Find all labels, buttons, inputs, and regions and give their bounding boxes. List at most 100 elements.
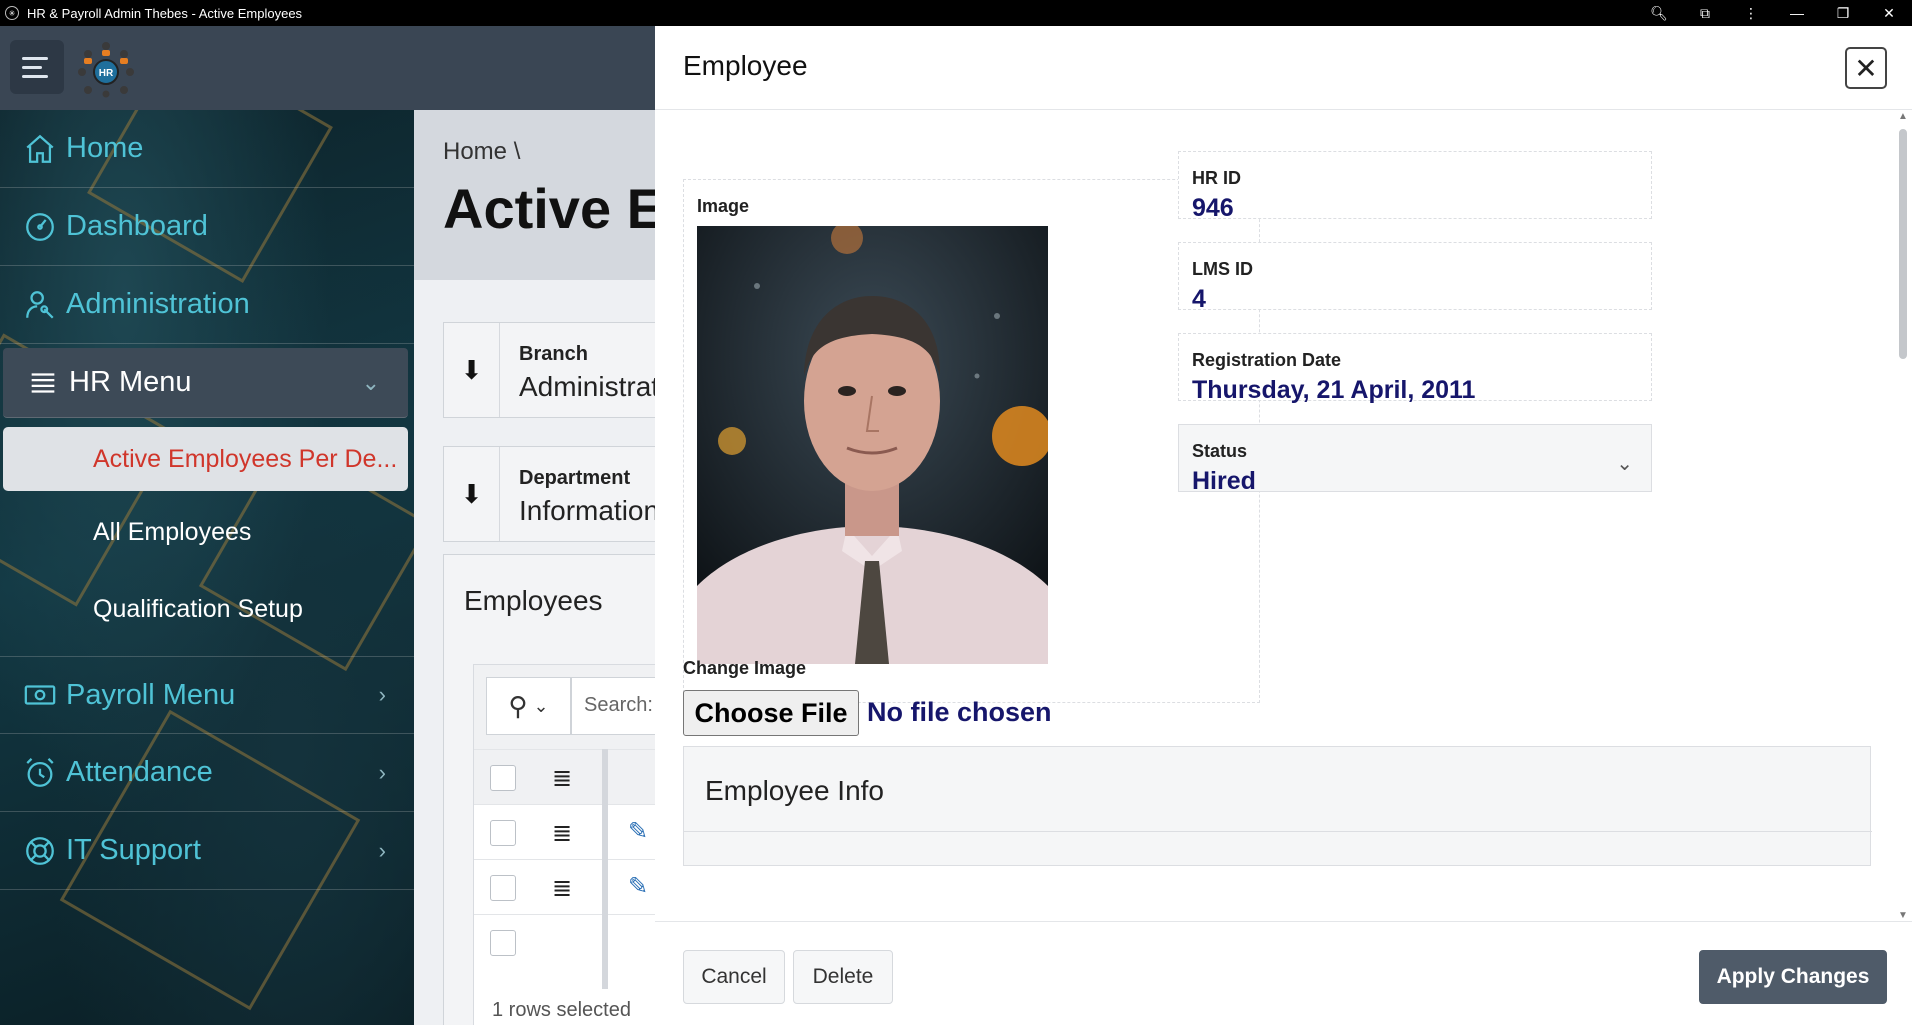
sidebar-item-label: HR Menu [69,366,192,398]
lms-id-label: LMS ID [1192,259,1253,279]
scrollbar-thumb[interactable] [1899,129,1907,359]
more-options-icon[interactable]: ⋮ [1728,0,1774,26]
gauge-icon [20,207,60,247]
facet-label: Branch [519,343,588,365]
table-row[interactable]: ≣ ✎ [474,859,655,914]
chevron-down-icon: ⌄ [361,369,380,395]
sidebar-item-label: IT Support [66,834,201,866]
hr-id-field: HR ID 946 [1178,151,1652,222]
window-titlebar: ✳ HR & Payroll Admin Thebes - Active Emp… [0,0,1912,26]
hr-id-value: 946 [1192,194,1234,222]
close-window-button[interactable]: ✕ [1866,0,1912,26]
arrow-down-icon[interactable]: ⬇︎ [444,447,500,541]
sidebar-item-payroll-menu[interactable]: Payroll Menu › [0,656,414,734]
main-content: Home \ Active Employees ⬇︎ Branch Admini… [414,110,655,1025]
sidebar-item-attendance[interactable]: Attendance › [0,734,414,812]
grid-header-row: ≣ [474,749,655,804]
hr-id-label: HR ID [1192,168,1241,188]
registration-date-value: Thursday, 21 April, 2011 [1192,376,1476,404]
row-checkbox[interactable] [490,930,516,956]
employees-grid: ⚲ ⌄ Search: ≣ ≣ ✎ ≣ ✎ 1 rows selected [473,664,655,1025]
dialog-footer: Cancel Delete Apply Changes [655,921,1912,1025]
employees-title: Employees [464,585,603,616]
sidebar-item-administration[interactable]: Administration [0,266,414,344]
sidebar-item-it-support[interactable]: IT Support › [0,812,414,890]
row-actions-icon[interactable]: ≣ [552,874,572,903]
sidebar-item-label: All Employees [93,517,252,546]
row-actions-icon[interactable]: ≣ [552,764,572,793]
app-header: HR [0,26,655,110]
cancel-button[interactable]: Cancel [683,950,785,1004]
sidebar-item-label: Payroll Menu [66,678,236,711]
search-column-button[interactable]: ⚲ ⌄ [486,677,571,735]
user-wrench-icon [20,285,60,325]
sidebar-item-hr-menu[interactable]: HR Menu ⌄ [3,348,408,418]
sidebar-item-label: Active Employees Per De... [93,444,398,473]
employee-info-region: Employee Info [683,746,1872,866]
close-icon[interactable]: ✕ [1845,47,1887,89]
sidebar-item-label: Qualification Setup [93,594,303,623]
column-separator [602,749,608,989]
image-label: Image [697,196,750,216]
minimize-button[interactable]: — [1774,0,1820,26]
hr-logo-icon: HR [78,42,134,98]
sidebar-item-dashboard[interactable]: Dashboard [0,188,414,266]
sidebar-nav: Home Dashboard Administration HR Menu ⌄ … [0,110,414,1025]
lms-id-field: LMS ID 4 [1178,242,1652,313]
list-icon [23,363,63,403]
row-checkbox[interactable] [490,875,516,901]
status-value: Hired [1192,467,1256,495]
employee-photo [697,226,1048,664]
table-row[interactable]: ≣ ✎ [474,804,655,859]
employee-dialog: Employee ✕ Image HR ID 946 LMS ID 4 Regi… [655,26,1912,1025]
apply-changes-button[interactable]: Apply Changes [1699,950,1887,1004]
change-image-label: Change Image [683,658,807,678]
search-icon: ⚲ [508,690,528,721]
facet-branch[interactable]: ⬇︎ Branch Administration [443,322,655,418]
registration-date-label: Registration Date [1192,350,1342,370]
facet-label: Department [519,467,631,489]
search-input[interactable]: Search: [571,677,655,735]
page-title: Active Employees [443,177,655,240]
extensions-icon[interactable]: ⧉ [1682,0,1728,26]
status-select[interactable]: Status Hired ⌄ [1178,424,1652,495]
select-all-checkbox[interactable] [490,765,516,791]
chevron-right-icon: › [378,682,386,707]
lms-id-value: 4 [1192,285,1206,313]
delete-button[interactable]: Delete [793,950,893,1004]
sidebar-item-label: Home [66,132,144,164]
restore-button[interactable]: ❐ [1820,0,1866,26]
dialog-title: Employee [683,50,808,81]
row-checkbox[interactable] [490,820,516,846]
money-icon [20,675,60,715]
facet-department[interactable]: ⬇︎ Department Information [443,446,655,542]
sidebar-item-all-employees[interactable]: All Employees [3,500,408,564]
rows-selected-text: 1 rows selected [492,999,631,1021]
table-row[interactable] [474,914,655,969]
scroll-down-icon[interactable]: ▼ [1898,910,1908,921]
arrow-down-icon[interactable]: ⬇︎ [444,323,500,417]
edit-icon[interactable]: ✎ [628,872,648,901]
chevron-right-icon: › [378,837,386,863]
page-header: Home \ Active Employees [414,110,655,280]
sidebar-item-active-employees[interactable]: Active Employees Per De... [3,427,408,491]
image-field: Image [683,179,1260,703]
home-icon [20,129,60,169]
sidebar-item-label: Attendance [66,756,213,788]
lifebuoy-icon [20,831,60,871]
zoom-icon[interactable]: 🔍︎ [1636,0,1682,26]
window-title: HR & Payroll Admin Thebes - Active Emplo… [27,5,303,21]
facet-value: Administration [519,371,655,402]
no-file-text: No file chosen [867,697,1052,727]
divider [684,831,1872,832]
breadcrumb[interactable]: Home \ [443,138,520,166]
edit-icon[interactable]: ✎ [628,817,648,846]
menu-toggle-button[interactable] [10,40,64,94]
sidebar-item-qualification-setup[interactable]: Qualification Setup [3,577,408,641]
dialog-scrollbar[interactable]: ▲ ▼ [1896,111,1910,921]
row-actions-icon[interactable]: ≣ [552,819,572,848]
grid-toolbar: ⚲ ⌄ Search: [474,665,655,749]
sidebar-item-home[interactable]: Home [0,110,414,188]
scroll-up-icon[interactable]: ▲ [1898,111,1908,122]
choose-file-button[interactable]: Choose File [683,690,859,736]
